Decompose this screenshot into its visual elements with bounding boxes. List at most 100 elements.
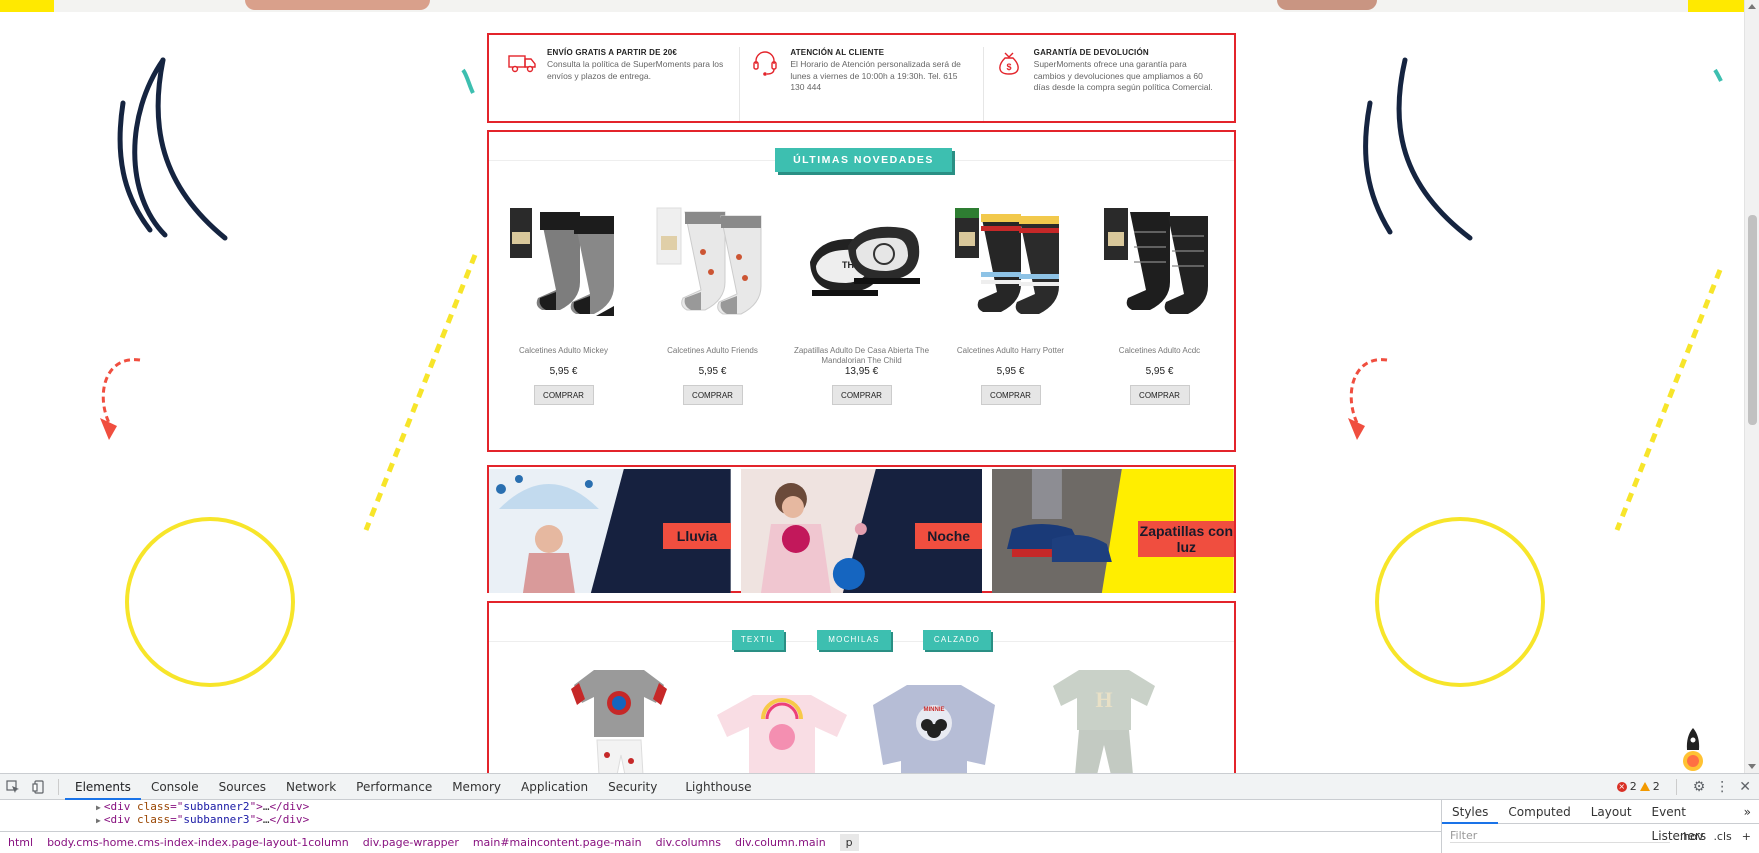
buy-button[interactable]: COMPRAR — [980, 385, 1041, 405]
product-name[interactable]: Calcetines Adulto Friends — [643, 346, 783, 366]
tab-memory[interactable]: Memory — [442, 774, 511, 800]
back-to-top-rocket-icon[interactable] — [1678, 728, 1708, 773]
buy-button[interactable]: COMPRAR — [533, 385, 594, 405]
more-options-icon[interactable]: ⋮ — [1715, 779, 1729, 795]
dom-node[interactable]: ▶ <div class="subbanner2">…</div> — [0, 800, 1441, 813]
product-price: 5,95 € — [698, 366, 727, 377]
breadcrumb-item[interactable]: main#maincontent.page-main — [473, 836, 642, 849]
tab-sources[interactable]: Sources — [209, 774, 276, 800]
category-banners: Lluvia Noche Zapatillas con luz — [487, 465, 1236, 593]
tab-calzado[interactable]: CALZADO — [923, 630, 991, 650]
product-price: 5,95 € — [996, 366, 1025, 377]
product-card[interactable]: Calcetines Adulto Mickey 5,95 € COMPRAR — [489, 202, 638, 405]
product-name[interactable]: Zapatillas Adulto De Casa Abierta The Ma… — [792, 346, 932, 366]
buy-button[interactable]: COMPRAR — [831, 385, 892, 405]
product-card[interactable]: THIS Zapatillas Adulto De Casa Abierta T… — [787, 202, 936, 405]
breadcrumb-item[interactable]: div.columns — [656, 836, 721, 849]
decor-right — [1348, 57, 1723, 687]
product-image[interactable] — [504, 202, 624, 332]
svg-text:$: $ — [1006, 62, 1011, 72]
devtools-toolbar: Elements Console Sources Network Perform… — [0, 774, 1759, 800]
breadcrumb-item[interactable]: html — [8, 836, 33, 849]
buy-button[interactable]: COMPRAR — [1129, 385, 1190, 405]
banner-label[interactable]: Zapatillas con luz — [1138, 521, 1235, 557]
product-image[interactable] — [1100, 202, 1220, 332]
info-shipping: ENVÍO GRATIS A PARTIR DE 20€ Consulta la… — [497, 47, 739, 121]
elements-tree[interactable]: ▶ <div class="subbanner2">…</div> ▶ <div c… — [0, 800, 1441, 853]
banner-lluvia[interactable]: Lluvia — [489, 469, 731, 593]
breadcrumb-item[interactable]: p — [839, 834, 859, 851]
tab-layout[interactable]: Layout — [1581, 800, 1642, 824]
decor-left — [100, 57, 478, 687]
breadcrumb-item[interactable]: div.page-wrapper — [363, 836, 459, 849]
product-name[interactable]: Calcetines Adulto Mickey — [494, 346, 634, 366]
product-name[interactable]: Calcetines Adulto Acdc — [1090, 346, 1230, 366]
product-name[interactable]: Calcetines Adulto Harry Potter — [941, 346, 1081, 366]
settings-gear-icon[interactable]: ⚙ — [1693, 779, 1706, 795]
banner-noche[interactable]: Noche — [740, 469, 983, 593]
latest-products-section: ÚLTIMAS NOVEDADES Calcetines Adulto Mick… — [487, 130, 1236, 452]
dom-breadcrumbs: html body.cms-home.cms-index-index.page-… — [0, 831, 1441, 853]
info-text: SuperMoments ofrece una garantía para ca… — [1033, 59, 1213, 92]
page-viewport: ENVÍO GRATIS A PARTIR DE 20€ Consulta la… — [0, 0, 1759, 773]
tab-application[interactable]: Application — [511, 774, 598, 800]
product-image[interactable] — [653, 202, 773, 332]
product-price: 5,95 € — [549, 366, 578, 377]
devtools-panel: Elements Console Sources Network Perform… — [0, 773, 1759, 853]
dom-node[interactable]: ▶ <div class="subbanner3">…</div> — [0, 813, 1441, 826]
class-toggle[interactable]: .cls — [1713, 830, 1731, 843]
tab-event-listeners[interactable]: Event Listeners — [1642, 800, 1744, 843]
tab-elements[interactable]: Elements — [65, 774, 141, 800]
device-toolbar-icon[interactable] — [26, 774, 52, 800]
more-tabs-icon[interactable]: » — [1744, 805, 1759, 819]
truck-icon — [508, 55, 536, 73]
banner-label[interactable]: Noche — [914, 523, 983, 549]
product-carousel: Calcetines Adulto Mickey 5,95 € COMPRAR … — [489, 202, 1234, 405]
tab-performance[interactable]: Performance — [346, 774, 442, 800]
banner-label[interactable]: Lluvia — [663, 523, 731, 549]
styles-pane: Styles Computed Layout Event Listeners »… — [1441, 800, 1759, 853]
new-rule-button[interactable]: + — [1742, 830, 1751, 843]
tab-lighthouse[interactable]: Lighthouse — [675, 774, 761, 800]
error-count-badge[interactable]: × 2 2 — [1616, 780, 1660, 793]
product-image[interactable]: H — [1049, 665, 1159, 773]
tab-textil[interactable]: TEXTIL — [732, 630, 784, 650]
section-title-tag: ÚLTIMAS NOVEDADES — [775, 148, 952, 172]
svg-text:H: H — [1095, 687, 1112, 712]
info-title: ENVÍO GRATIS A PARTIR DE 20€ — [547, 48, 678, 57]
product-image[interactable]: MINNIE — [869, 681, 999, 773]
scrollbar-thumb[interactable] — [1748, 215, 1757, 425]
product-price: 13,95 € — [844, 366, 879, 377]
page-scrollbar[interactable] — [1744, 0, 1759, 773]
warning-count: 2 — [1652, 780, 1660, 793]
hover-state-toggle[interactable]: :hov — [1680, 830, 1704, 843]
styles-filter-input[interactable]: Filter — [1450, 829, 1670, 843]
info-title: ATENCIÓN AL CLIENTE — [790, 48, 885, 57]
info-text: El Horario de Atención personalizada ser… — [790, 59, 961, 92]
product-card[interactable]: Calcetines Adulto Friends 5,95 € COMPRAR — [638, 202, 787, 405]
info-support: ATENCIÓN AL CLIENTE El Horario de Atenci… — [739, 47, 982, 121]
product-image[interactable]: THIS — [802, 202, 922, 332]
headset-icon — [753, 51, 778, 76]
tab-computed[interactable]: Computed — [1498, 800, 1580, 824]
tab-mochilas[interactable]: MOCHILAS — [817, 630, 891, 650]
tab-security[interactable]: Security — [598, 774, 667, 800]
breadcrumb-item[interactable]: body.cms-home.cms-index-index.page-layou… — [47, 836, 349, 849]
product-card[interactable]: Calcetines Adulto Acdc 5,95 € COMPRAR — [1085, 202, 1234, 405]
tab-console[interactable]: Console — [141, 774, 209, 800]
info-title: GARANTÍA DE DEVOLUCIÓN — [1033, 48, 1149, 57]
close-devtools-icon[interactable]: ✕ — [1739, 779, 1751, 795]
product-image[interactable] — [569, 665, 669, 773]
product-image[interactable] — [713, 695, 851, 773]
banner-zapatillas[interactable]: Zapatillas con luz — [992, 469, 1235, 593]
tab-network[interactable]: Network — [276, 774, 346, 800]
breadcrumb-item[interactable]: div.column.main — [735, 836, 826, 849]
buy-button[interactable]: COMPRAR — [682, 385, 743, 405]
warning-icon — [1639, 782, 1650, 791]
money-bag-icon: $ — [998, 52, 1019, 75]
error-count: 2 — [1629, 780, 1637, 793]
product-card[interactable]: Calcetines Adulto Harry Potter 5,95 € CO… — [936, 202, 1085, 405]
product-image[interactable] — [951, 202, 1071, 332]
tab-styles[interactable]: Styles — [1442, 800, 1499, 824]
inspect-element-icon[interactable] — [0, 774, 26, 800]
